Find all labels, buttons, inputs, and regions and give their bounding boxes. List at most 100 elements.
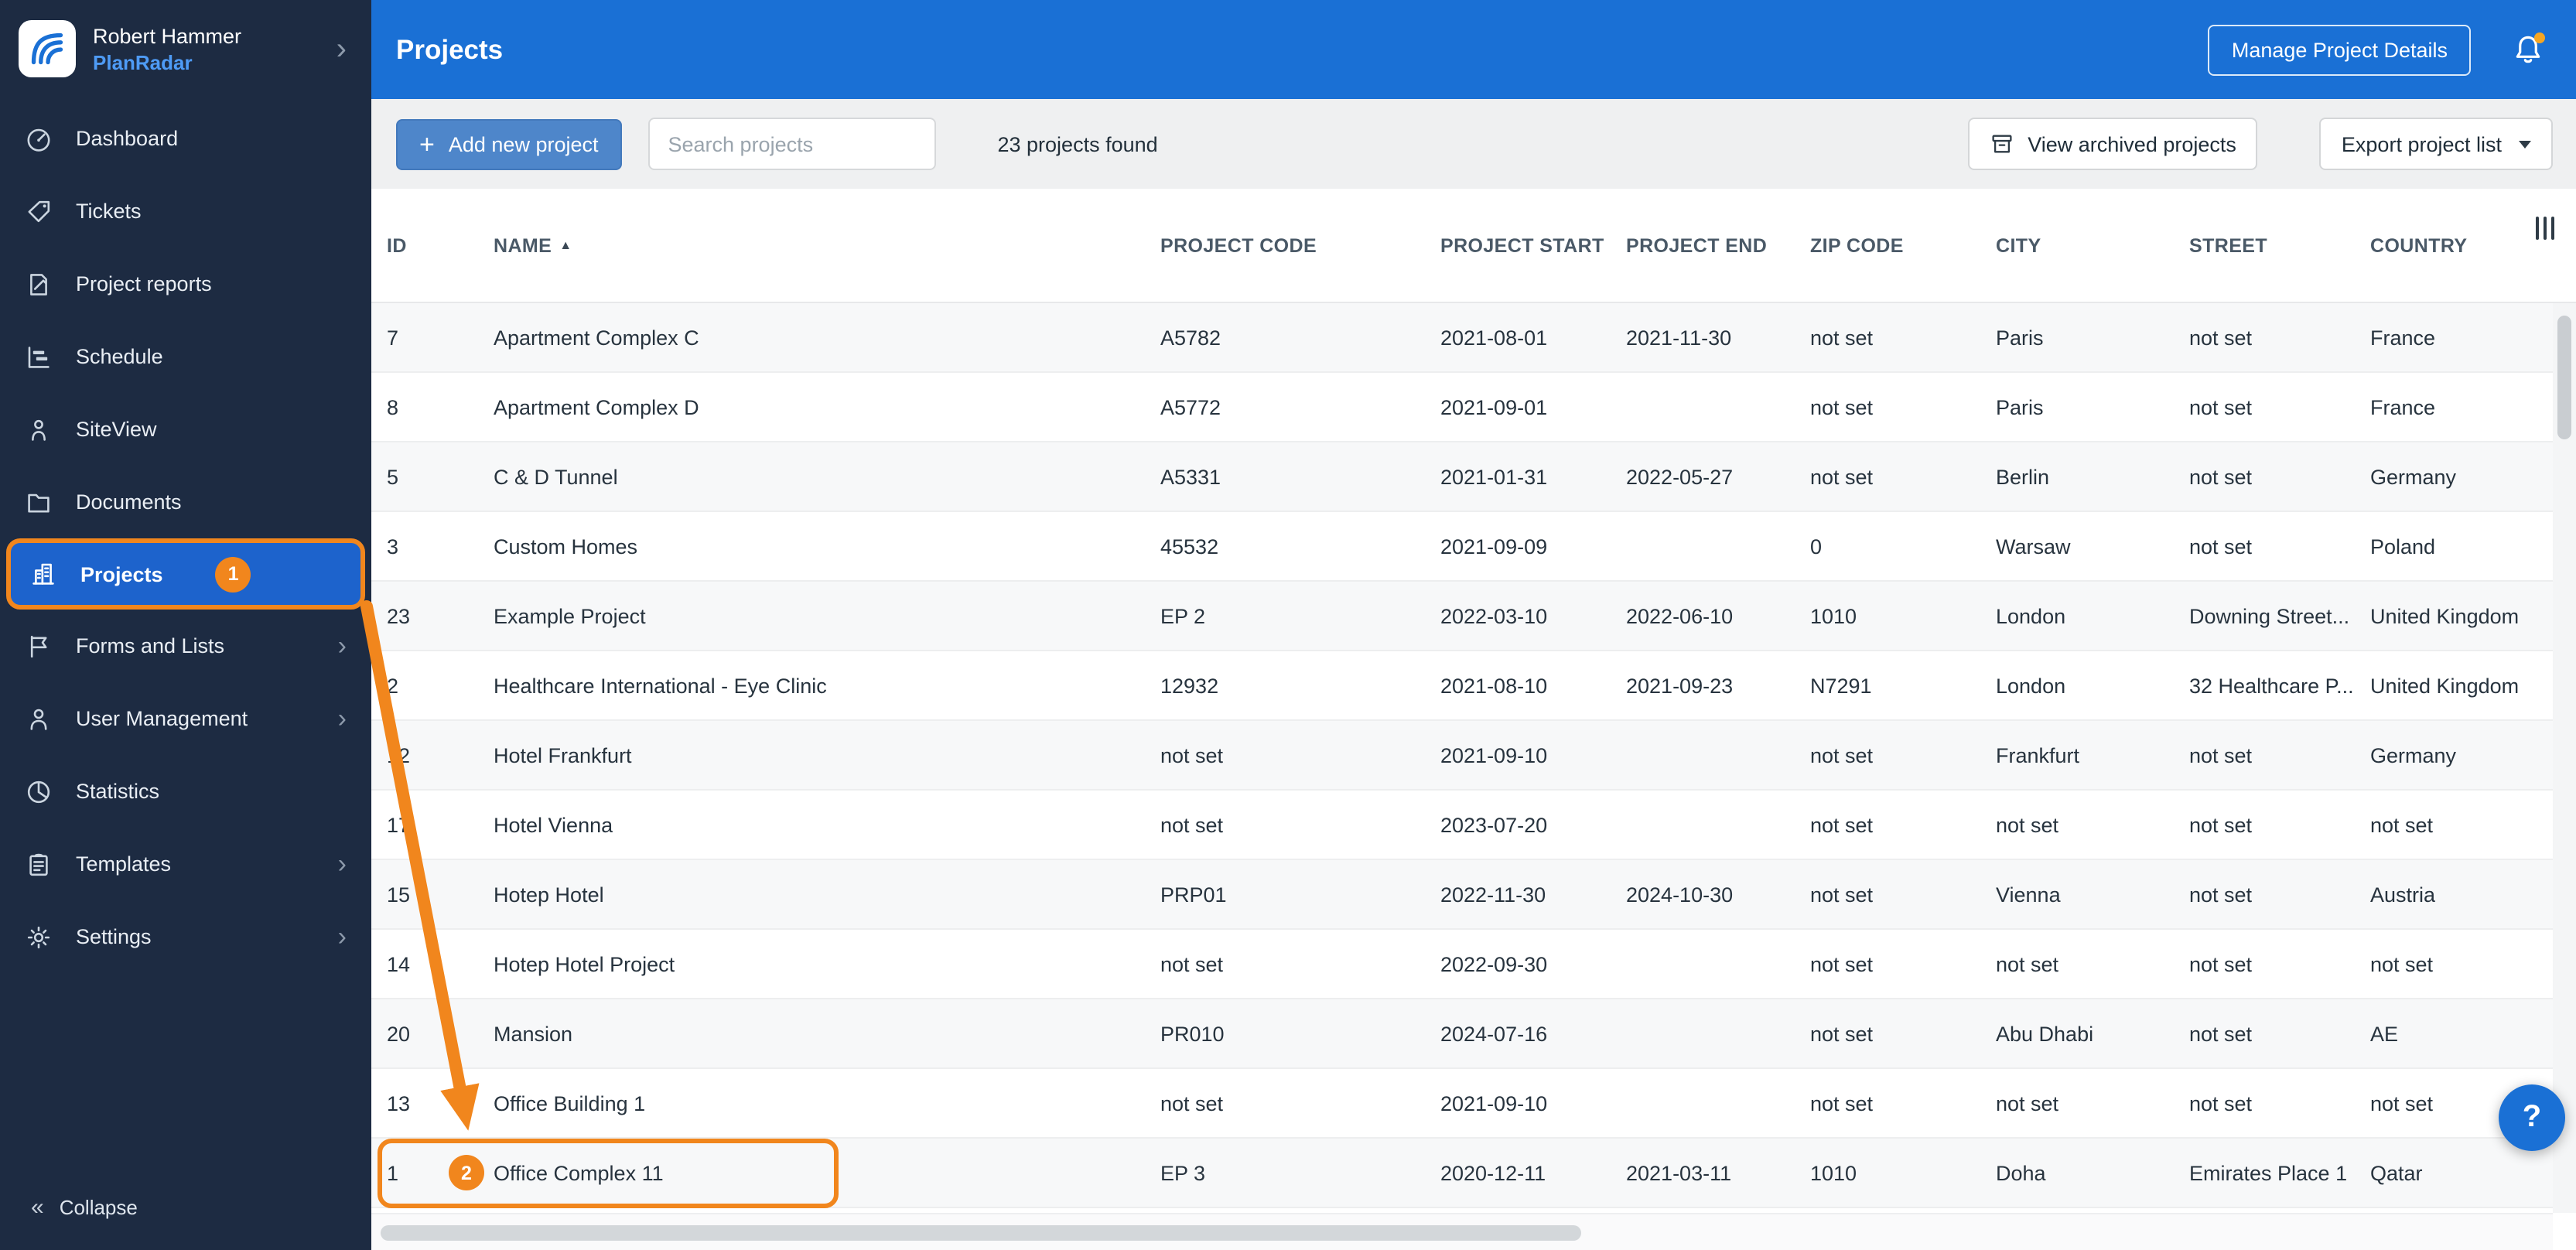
sidebar-item-statistics[interactable]: Statistics: [0, 755, 371, 828]
cell-name: Hotel Vienna: [494, 813, 613, 836]
table-row[interactable]: 1 Office Complex 11 EP 3 2020-12-11 2021-03-…: [371, 1139, 2553, 1208]
sidebar-item-label: SiteView: [76, 418, 157, 441]
column-label: ID: [387, 234, 407, 256]
table-row[interactable]: 23 Example Project EP 2 2022-03-10 2022-06-1…: [371, 582, 2553, 651]
notifications-bell-icon[interactable]: [2511, 32, 2545, 67]
sidebar-item-forms-and-lists[interactable]: Forms and Lists ›: [0, 610, 371, 682]
column-header-end[interactable]: PROJECT END: [1626, 234, 1810, 256]
forms-icon: [25, 632, 53, 660]
sidebar-item-schedule[interactable]: Schedule: [0, 320, 371, 393]
export-project-list-button[interactable]: Export project list: [2319, 118, 2553, 170]
plus-icon: +: [419, 129, 435, 159]
cell-zip: not set: [1810, 395, 1874, 418]
cell-name: Apartment Complex C: [494, 326, 699, 349]
scrollbar-thumb[interactable]: [2557, 316, 2571, 439]
statistics-icon: [25, 777, 53, 805]
column-label: COUNTRY: [2370, 234, 2468, 256]
table-row[interactable]: 13 Office Building 1 not set 2021-09-10 not …: [371, 1069, 2553, 1139]
column-label: NAME: [494, 234, 552, 256]
vertical-scrollbar[interactable]: [2553, 303, 2576, 1213]
step-badge-1: 1: [215, 556, 251, 592]
scrollbar-thumb[interactable]: [381, 1225, 1580, 1241]
column-header-id[interactable]: ID: [387, 234, 494, 256]
column-header-name[interactable]: NAME ▲: [494, 234, 1160, 256]
table-row[interactable]: 5 C & D Tunnel A5331 2021-01-31 2022-05-27 no…: [371, 442, 2553, 512]
table-row[interactable]: 3 Custom Homes 45532 2021-09-09 0 Warsaw not s…: [371, 512, 2553, 582]
cell-name: Hotep Hotel: [494, 883, 604, 906]
table-row[interactable]: 12 Hotel Frankfurt not set 2021-09-10 not se…: [371, 721, 2553, 791]
help-button[interactable]: ?: [2499, 1084, 2565, 1151]
cell-street: not set: [2189, 952, 2253, 975]
sidebar-item-documents[interactable]: Documents: [0, 466, 371, 538]
column-header-zip[interactable]: ZIP CODE: [1810, 234, 1996, 256]
column-header-start[interactable]: PROJECT START: [1440, 234, 1626, 256]
cell-city: Frankfurt: [1996, 743, 2080, 767]
cell-country: AE: [2370, 1022, 2399, 1045]
sidebar-item-project-reports[interactable]: Project reports: [0, 248, 371, 320]
cell-start: 2020-12-11: [1440, 1161, 1546, 1184]
planradar-logo-icon: [19, 20, 76, 77]
cell-code: EP 2: [1160, 604, 1206, 627]
cell-id: 12: [387, 743, 411, 767]
column-label: PROJECT END: [1626, 234, 1768, 256]
cell-name: Office Building 1: [494, 1091, 646, 1115]
profile-text: Robert Hammer PlanRadar: [93, 24, 319, 73]
table-row[interactable]: 20 Mansion PR010 2024-07-16 not set Abu Dhabi…: [371, 999, 2553, 1069]
cell-city: London: [1996, 674, 2066, 697]
cell-id: 20: [387, 1022, 411, 1045]
cell-code: not set: [1160, 952, 1224, 975]
view-archived-projects-button[interactable]: View archived projects: [1967, 118, 2258, 170]
cell-start: 2023-07-20: [1440, 813, 1548, 836]
sidebar-item-templates[interactable]: Templates ›: [0, 828, 371, 900]
cell-end: 2022-05-27: [1626, 465, 1734, 488]
column-label: STREET: [2189, 234, 2268, 256]
table-row[interactable]: 15 Hotep Hotel PRP01 2022-11-30 2024-10-30 no…: [371, 860, 2553, 930]
table-row[interactable]: 8 Apartment Complex D A5772 2021-09-01 not s…: [371, 373, 2553, 442]
cell-zip: not set: [1810, 1022, 1874, 1045]
chevron-down-icon: [2519, 140, 2531, 148]
collapse-sidebar-button[interactable]: « Collapse: [0, 1173, 371, 1241]
column-header-country[interactable]: COUNTRY: [2370, 234, 2508, 256]
sidebar-item-label: Projects: [80, 562, 163, 586]
sidebar-nav: Dashboard Tickets Project reports Schedule S…: [0, 93, 371, 973]
sidebar-item-user-management[interactable]: User Management ›: [0, 682, 371, 755]
table-row[interactable]: 2 Healthcare International - Eye Clinic 12…: [371, 651, 2553, 721]
manage-project-details-button[interactable]: Manage Project Details: [2208, 24, 2471, 75]
settings-icon: [25, 923, 53, 951]
sidebar-item-dashboard[interactable]: Dashboard: [0, 102, 371, 175]
column-header-street[interactable]: STREET: [2189, 234, 2370, 256]
sidebar-item-siteview[interactable]: SiteView: [0, 393, 371, 466]
chevron-right-icon[interactable]: ›: [337, 33, 353, 64]
cell-end: 2021-11-30: [1626, 326, 1732, 349]
dashboard-icon: [25, 125, 53, 152]
cell-city: Doha: [1996, 1161, 2046, 1184]
table-body: 7 Apartment Complex C A5782 2021-08-01 2021-…: [371, 303, 2553, 1213]
cell-zip: not set: [1810, 952, 1874, 975]
horizontal-scrollbar[interactable]: [371, 1213, 2553, 1250]
sidebar-item-projects[interactable]: Projects 1: [6, 538, 365, 610]
column-header-code[interactable]: PROJECT CODE: [1160, 234, 1440, 256]
search-projects-input[interactable]: [647, 118, 936, 170]
sidebar-item-label: Settings: [76, 925, 152, 948]
table-row[interactable]: 17 Hotel Vienna not set 2023-07-20 not set no…: [371, 791, 2553, 860]
sidebar-item-settings[interactable]: Settings ›: [0, 900, 371, 973]
cell-name: Healthcare International - Eye Clinic: [494, 674, 827, 697]
account-profile[interactable]: Robert Hammer PlanRadar ›: [0, 0, 371, 93]
cell-id: 3: [387, 534, 399, 558]
cell-id: 13: [387, 1091, 411, 1115]
cell-end: 2021-09-23: [1626, 674, 1734, 697]
cell-zip: 1010: [1810, 604, 1857, 627]
sidebar-item-tickets[interactable]: Tickets: [0, 175, 371, 248]
table-row[interactable]: 7 Apartment Complex C A5782 2021-08-01 2021-…: [371, 303, 2553, 373]
add-new-project-button[interactable]: + Add new project: [396, 118, 622, 169]
column-header-city[interactable]: CITY: [1996, 234, 2189, 256]
table-row[interactable]: 14 Hotep Hotel Project not set 2022-09-30 no…: [371, 930, 2553, 999]
cell-street: not set: [2189, 534, 2253, 558]
cell-city: Vienna: [1996, 883, 2061, 906]
cell-end: 2022-06-10: [1626, 604, 1734, 627]
documents-icon: [25, 488, 53, 516]
column-label: PROJECT START: [1440, 234, 1604, 256]
page-title: Projects: [396, 33, 504, 64]
notification-dot: [2534, 32, 2545, 43]
column-settings-icon[interactable]: [2535, 217, 2554, 240]
